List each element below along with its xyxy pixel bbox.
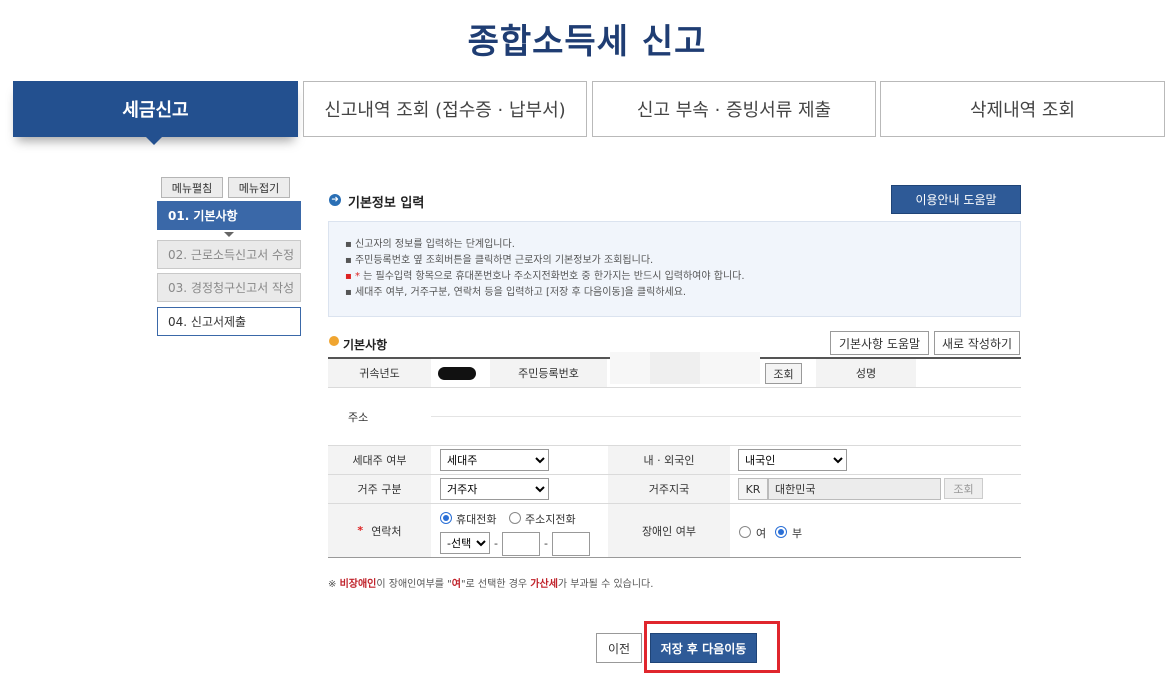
bullet-icon: [329, 336, 339, 346]
contact-mobile-radio[interactable]: [440, 512, 452, 524]
guide-line-text: 는 필수입력 항목으로 휴대폰번호나 주소지전화번호 중 한가지는 반드시 입력…: [363, 271, 745, 282]
disabled-no-label: 부: [792, 527, 803, 540]
guide-line: ▪ * 는 필수입력 항목으로 휴대폰번호나 주소지전화번호 중 한가지는 반드…: [345, 269, 1020, 285]
contact-mobile-label: 휴대전화: [456, 513, 497, 526]
residence-select[interactable]: 거주자: [440, 478, 549, 500]
tab-tax-filing[interactable]: 세금신고: [13, 81, 298, 137]
usage-help-button[interactable]: 이용안내 도움말: [891, 185, 1021, 214]
basic-help-button[interactable]: 기본사항 도움말: [830, 331, 929, 355]
rrn-mask-block: [650, 352, 700, 384]
contact-label-cell: * 연락처: [328, 504, 431, 557]
notice-red-text: 비장애인: [339, 579, 377, 590]
address-label: 주소: [328, 388, 431, 445]
phone-last-input[interactable]: [552, 532, 590, 556]
guide-line: ▪ 세대주 여부, 거주구분, 연락처 등을 입력하고 [저장 후 다음이동]을…: [345, 287, 687, 298]
row-divider: [328, 387, 1021, 388]
required-mark: *: [357, 524, 364, 537]
notice-red-text: 여: [451, 579, 461, 590]
basic-section-title: 기본사항: [343, 338, 388, 352]
phone-dash: -: [494, 537, 498, 550]
section-title: 기본정보 입력: [348, 196, 425, 211]
step-earned-income-revision: 02. 근로소득신고서 수정: [157, 240, 301, 269]
step-submit-return[interactable]: 04. 신고서제출: [157, 307, 301, 336]
country-lookup-button: 조회: [944, 478, 983, 499]
arrow-circle-icon: ➜: [329, 194, 341, 206]
phone-middle-input[interactable]: [502, 532, 540, 556]
highlight-box: [644, 621, 780, 673]
disabled-yes-label: 여: [756, 527, 767, 540]
guide-box: ▪ 신고자의 정보를 입력하는 단계입니다. ▪ 주민등록번호 옆 조회버튼을 …: [328, 221, 1021, 317]
country-label: 거주지국: [608, 475, 730, 503]
required-mark: ▪ *: [345, 271, 364, 282]
rrn-lookup-button[interactable]: 조회: [765, 363, 802, 384]
nationality-select[interactable]: 내국인: [738, 449, 847, 471]
tab-attachments[interactable]: 신고 부속 · 증빙서류 제출: [592, 81, 876, 137]
new-form-button[interactable]: 새로 작성하기: [934, 331, 1020, 355]
notice-red-text: 가산세: [530, 579, 558, 590]
menu-collapse-button[interactable]: 메뉴접기: [228, 177, 290, 198]
country-name-field: 대한민국: [768, 478, 941, 500]
tab-filing-history[interactable]: 신고내역 조회 (접수증 · 납부서): [303, 81, 587, 137]
guide-line: ▪ 주민등록번호 옆 조회버튼을 클릭하면 근로자의 기본정보가 조회됩니다.: [345, 255, 654, 266]
contact-label: 연락처: [371, 524, 402, 538]
menu-expand-button[interactable]: 메뉴펼침: [161, 177, 223, 198]
notice-text: ※ 비장애인이 장애인여부를 "여"로 선택한 경우 가산세가 부과될 수 있습…: [328, 575, 653, 590]
contact-home-radio[interactable]: [509, 512, 521, 524]
form-bottom-line: [328, 557, 1021, 558]
householder-label: 세대주 여부: [328, 446, 431, 474]
disabled-yes-radio[interactable]: [739, 526, 751, 538]
name-label: 성명: [816, 359, 916, 387]
notice-text-part: "로 선택한 경우: [460, 579, 531, 590]
guide-line: ▪ 신고자의 정보를 입력하는 단계입니다.: [345, 239, 515, 250]
notice-text-part: 이 장애인여부를 ": [376, 579, 452, 590]
prev-button[interactable]: 이전: [596, 633, 642, 663]
disabled-no-radio[interactable]: [775, 526, 787, 538]
phone-prefix-select[interactable]: -선택: [440, 532, 490, 554]
tab-deleted-history[interactable]: 삭제내역 조회: [880, 81, 1165, 137]
step-correction-claim: 03. 경정청구신고서 작성: [157, 273, 301, 302]
notice-text-part: 가 부과될 수 있습니다.: [557, 579, 654, 590]
nationality-label: 내 · 외국인: [608, 446, 730, 474]
residence-label: 거주 구분: [328, 475, 431, 503]
householder-select[interactable]: 세대주: [440, 449, 549, 471]
year-label: 귀속년도: [328, 359, 431, 387]
step-basic-info[interactable]: 01. 기본사항: [157, 201, 301, 230]
address-line-divider: [431, 416, 1021, 417]
year-value-redacted: [438, 367, 476, 380]
page-title: 종합소득세 신고: [467, 22, 707, 62]
disabled-label: 장애인 여부: [608, 504, 730, 557]
main-tabs: 세금신고 신고내역 조회 (접수증 · 납부서) 신고 부속 · 증빙서류 제출…: [13, 81, 1165, 137]
contact-home-label: 주소지전화: [525, 513, 576, 526]
active-tab-arrow: [146, 137, 162, 145]
notice-mark: ※: [328, 579, 337, 590]
phone-dash: -: [544, 537, 548, 550]
country-code-field: KR: [738, 478, 768, 500]
step-arrow-icon: [224, 232, 234, 237]
rrn-label: 주민등록번호: [490, 359, 607, 387]
